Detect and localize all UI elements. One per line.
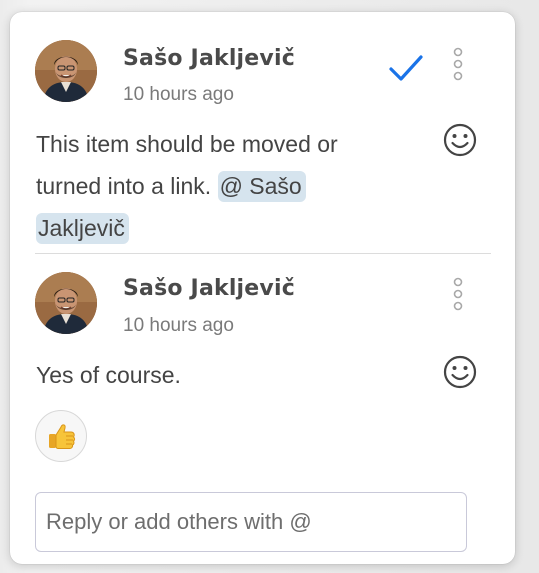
thumbs-up-icon	[49, 424, 76, 449]
comment-body: This item should be moved or turned into…	[36, 123, 338, 249]
avatar-image	[35, 40, 97, 102]
comment-author: Sašo Jakljevič	[123, 46, 295, 71]
comment-body-line: Jakljevič	[36, 207, 338, 249]
comment-author: Sašo Jakljevič	[123, 276, 295, 301]
mention-tag[interactable]: Jakljevič	[36, 213, 129, 244]
more-vertical-icon[interactable]	[451, 46, 465, 86]
reaction-thumbs-up[interactable]	[35, 410, 87, 462]
comment-thread-card: Sašo Jakljevič 10 hours ago This item sh…	[10, 12, 515, 564]
more-vertical-icon[interactable]	[451, 276, 465, 316]
mention-tag[interactable]: @ Sašo	[217, 171, 306, 202]
smiley-icon[interactable]	[443, 123, 477, 157]
comment: Sašo Jakljevič 10 hours ago Yes of cours…	[10, 254, 515, 482]
check-icon[interactable]	[388, 54, 424, 84]
comment-body-text: turned into a link.	[36, 173, 212, 199]
comment-body-line: turned into a link. @ Sašo	[36, 165, 338, 207]
comment: Sašo Jakljevič 10 hours ago This item sh…	[10, 12, 515, 254]
comment-body-line: This item should be moved or	[36, 131, 338, 157]
comment-body: Yes of course.	[36, 362, 181, 388]
reply-input[interactable]	[35, 492, 467, 552]
avatar-image	[35, 272, 97, 334]
comment-timestamp: 10 hours ago	[123, 315, 234, 336]
smiley-icon[interactable]	[443, 355, 477, 389]
comment-timestamp: 10 hours ago	[123, 84, 234, 105]
avatar[interactable]	[35, 40, 97, 102]
avatar[interactable]	[35, 272, 97, 334]
